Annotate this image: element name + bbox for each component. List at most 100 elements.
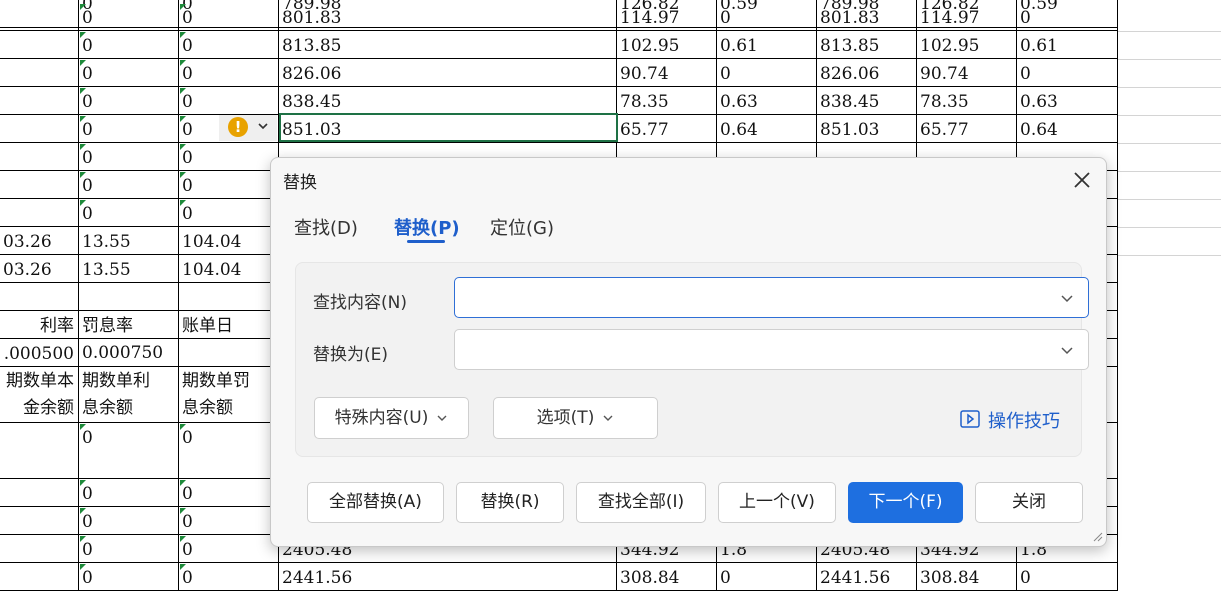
tab-replace[interactable]: 替换(P) [394, 214, 460, 240]
cell[interactable]: 0 [79, 59, 179, 87]
warning-exclamation-icon[interactable]: ! [228, 117, 248, 137]
replace-button[interactable]: 替换(R) [456, 482, 564, 523]
cell[interactable]: 0 [1017, 59, 1118, 87]
cell[interactable]: 90.74 [917, 59, 1017, 87]
cell[interactable] [0, 423, 79, 479]
cell[interactable]: 0 [79, 423, 179, 479]
cell[interactable]: 0 [179, 563, 279, 591]
cell[interactable] [0, 143, 79, 171]
cell[interactable]: 826.06 [817, 59, 917, 87]
cell[interactable]: 0 [179, 31, 279, 59]
cell[interactable]: 838.45 [279, 87, 617, 115]
tab-goto[interactable]: 定位(G) [490, 214, 554, 240]
cell[interactable]: 0.63 [1017, 87, 1118, 115]
cell[interactable]: 0 [79, 563, 179, 591]
replace-with-input[interactable] [463, 336, 1047, 364]
special-content-button[interactable]: 特殊内容(U) [314, 397, 469, 439]
next-button[interactable]: 下一个(F) [848, 482, 963, 523]
operation-tips-link[interactable]: 操作技巧 [988, 407, 1060, 433]
cell[interactable] [0, 479, 79, 507]
replace-with-combobox[interactable] [454, 329, 1089, 370]
cell[interactable]: 0.61 [1017, 31, 1118, 59]
cell[interactable]: 65.77 [917, 115, 1017, 143]
cell[interactable]: 104.04 [179, 227, 279, 255]
cell[interactable]: 0 [79, 143, 179, 171]
cell[interactable]: 102.95 [617, 31, 717, 59]
cell[interactable]: 0 [79, 115, 179, 143]
cell[interactable] [0, 3, 79, 31]
options-button[interactable]: 选项(T) [493, 397, 658, 439]
cell[interactable]: 114.97 [617, 3, 717, 31]
cell[interactable]: 0 [79, 31, 179, 59]
cell[interactable]: 13.55 [79, 255, 179, 283]
cell[interactable]: 308.84 [917, 563, 1017, 591]
cell[interactable]: 78.35 [917, 87, 1017, 115]
cell[interactable] [0, 115, 79, 143]
cell[interactable]: 308.84 [617, 563, 717, 591]
cell[interactable] [179, 283, 279, 311]
cell[interactable]: 0 [717, 3, 817, 31]
cell[interactable]: 03.26 [0, 255, 79, 283]
cell[interactable] [0, 507, 79, 535]
chevron-down-icon[interactable] [1060, 343, 1074, 357]
find-all-button[interactable]: 查找全部(I) [576, 482, 706, 523]
cell[interactable]: 65.77 [617, 115, 717, 143]
cell[interactable]: 0.61 [717, 31, 817, 59]
chevron-down-icon[interactable] [256, 118, 270, 134]
cell[interactable]: 0 [179, 87, 279, 115]
cell[interactable]: 0 [179, 479, 279, 507]
cell[interactable]: 罚息率 [79, 311, 179, 339]
cell[interactable]: 13.55 [79, 227, 179, 255]
cell[interactable]: 利率 [0, 311, 79, 339]
cell[interactable]: 0 [1017, 3, 1118, 31]
cell[interactable]: 0.64 [717, 115, 817, 143]
cell[interactable] [79, 283, 179, 311]
cell[interactable]: 0 [79, 87, 179, 115]
cell[interactable] [0, 563, 79, 591]
chevron-down-icon[interactable] [1060, 291, 1074, 305]
cell[interactable]: 813.85 [279, 31, 617, 59]
find-content-input[interactable] [463, 284, 1047, 312]
replace-all-button[interactable]: 全部替换(A) [307, 482, 444, 523]
cell[interactable] [0, 31, 79, 59]
cell[interactable]: 0 [179, 507, 279, 535]
cell[interactable]: 03.26 [0, 227, 79, 255]
cell[interactable]: 0 [717, 563, 817, 591]
cell[interactable]: 0.000750 0 [79, 339, 179, 367]
cell[interactable]: 813.85 [817, 31, 917, 59]
cell[interactable]: 2441.56 [279, 563, 617, 591]
cell[interactable]: 0 [179, 59, 279, 87]
cell[interactable]: 0 [179, 171, 279, 199]
cell[interactable]: 2441.56 [817, 563, 917, 591]
cell[interactable]: 0 [79, 199, 179, 227]
find-content-combobox[interactable] [454, 277, 1089, 318]
cell[interactable] [0, 199, 79, 227]
cell[interactable]: 0 [1017, 563, 1118, 591]
close-icon[interactable] [1070, 168, 1094, 192]
cell[interactable] [0, 59, 79, 87]
close-button[interactable]: 关闭 [975, 482, 1083, 523]
cell[interactable]: 0.64 [1017, 115, 1118, 143]
cell[interactable] [0, 283, 79, 311]
cell[interactable]: 102.95 [917, 31, 1017, 59]
cell[interactable]: 838.45 [817, 87, 917, 115]
cell[interactable]: 90.74 [617, 59, 717, 87]
cell[interactable]: 0 [79, 479, 179, 507]
cell[interactable] [0, 87, 79, 115]
tab-find[interactable]: 查找(D) [294, 214, 358, 240]
cell[interactable]: 114.97 [917, 3, 1017, 31]
cell[interactable]: 账单日 [179, 311, 279, 339]
cell[interactable]: 826.06 [279, 59, 617, 87]
cell[interactable]: 0 [79, 3, 179, 31]
cell[interactable] [0, 535, 79, 563]
cell[interactable]: 104.04 [179, 255, 279, 283]
cell[interactable]: 0.63 [717, 87, 817, 115]
cell[interactable]: 0 [179, 143, 279, 171]
cell[interactable]: 0 [179, 199, 279, 227]
cell[interactable]: 0 [79, 507, 179, 535]
cell[interactable]: 0 [79, 171, 179, 199]
cell[interactable]: 0 [717, 59, 817, 87]
cell[interactable]: 801.83 [279, 3, 617, 31]
play-video-icon[interactable] [960, 410, 980, 428]
cell[interactable]: 0 [179, 423, 279, 479]
